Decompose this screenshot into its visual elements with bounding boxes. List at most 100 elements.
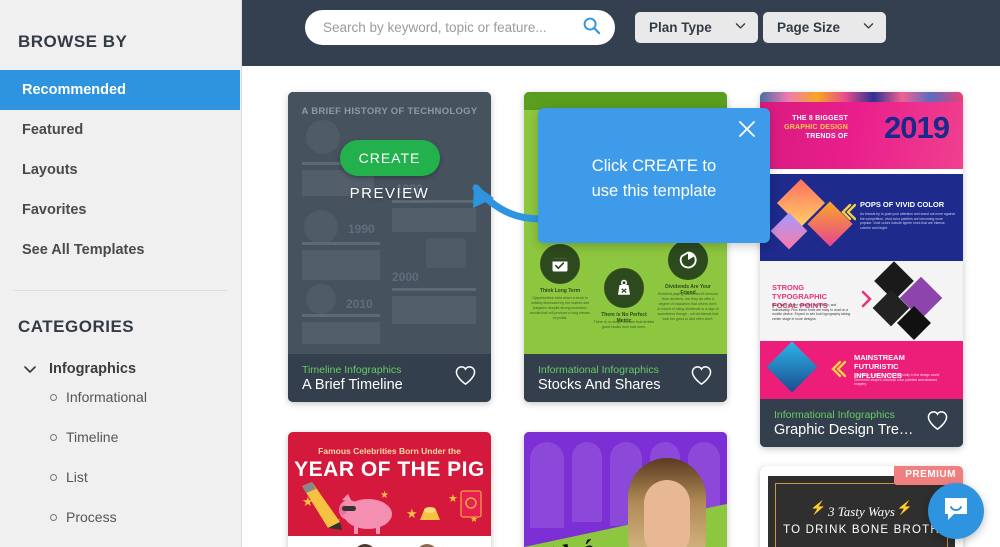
template-card[interactable]: A BRIEF HISTORY OF TECHNOLOGY 1990 2010 …: [288, 92, 491, 402]
thumb-decor-circle: [306, 284, 336, 314]
chevron-down-icon: [22, 361, 38, 377]
sidebar-item-see-all-templates[interactable]: See All Templates: [0, 230, 241, 270]
thumb-line1: 3 Tasty Ways: [828, 504, 895, 519]
chevron-down-icon: [734, 19, 747, 37]
tooltip-line1: Click CREATE to: [591, 157, 717, 175]
bullet-icon: [50, 393, 57, 401]
thumb-section-body: Bold fonts project strength, innovation,…: [772, 303, 851, 321]
thumb-hero: THE 8 BIGGEST GRAPHIC DESIGN TRENDS OF 2…: [760, 102, 963, 169]
thumb-section: MAINSTREAM FUTURISTIC INFLUENCES The fut…: [760, 341, 963, 399]
card-title: Stocks And Shares: [538, 376, 661, 393]
sidebar-item-label: See All Templates: [22, 242, 145, 258]
thumb-hero: ⚡ ⚡ 3 Tasty Ways TO DRINK BONE BROTH: [768, 476, 955, 547]
thumb-item-body: Opportunities exist when a stock is unfa…: [529, 296, 591, 320]
sidebar-subitem-list[interactable]: List: [0, 457, 241, 497]
template-card[interactable]: Khloé KARDASHIAN: [524, 432, 727, 547]
thumb-hero: Famous Celebrities Born Under the YEAR O…: [288, 432, 491, 536]
search-icon[interactable]: [582, 16, 601, 40]
sidebar-subitem-label: List: [66, 469, 88, 485]
card-category: Informational Infographics: [538, 363, 659, 376]
thumb-headline: YEAR OF THE PIG: [294, 458, 485, 481]
thumb-section: POPS OF VIVID COLOR As brands try to gra…: [760, 174, 963, 261]
close-icon[interactable]: [737, 119, 757, 139]
chat-launcher-button[interactable]: [928, 483, 984, 539]
card-footer-text: Informational Infographics Stocks And Sh…: [538, 363, 684, 394]
thumb-headline: A BRIEF HISTORY OF TECHNOLOGY: [301, 106, 478, 117]
thumb-decor-circle: [304, 210, 338, 244]
page-size-filter-button[interactable]: Page Size: [763, 12, 886, 43]
thumb-color-strip: [760, 92, 963, 102]
sidebar-item-label: Featured: [22, 122, 84, 138]
thumb-section-body: As brands try to grab your attention and…: [860, 212, 955, 230]
weight-icon: [604, 268, 644, 308]
bullet-icon: [50, 513, 57, 521]
sidebar-item-featured[interactable]: Featured: [0, 110, 241, 150]
card-title: Graphic Design Trend...: [774, 421, 920, 438]
sidebar-subitem-informational[interactable]: Informational: [0, 377, 241, 417]
card-category: Informational Infographics: [774, 408, 895, 421]
card-footer-text: Informational Infographics Graphic Desig…: [774, 408, 920, 439]
card-footer: Timeline Infographics A Brief Timeline: [288, 354, 491, 402]
sidebar: BROWSE BY Recommended Featured Layouts F…: [0, 0, 242, 547]
bullet-icon: [50, 473, 57, 481]
categories-heading: CATEGORIES: [18, 317, 135, 336]
thumb-decor-bar: [302, 242, 380, 245]
heart-outline-icon[interactable]: [690, 365, 713, 391]
sidebar-item-label: Favorites: [22, 202, 87, 218]
thumb-icon-row: Think Long Term Opportunities exist when…: [524, 240, 727, 339]
thumb-decor-text: [392, 296, 476, 324]
thumb-subtitle: Famous Celebrities Born Under the: [318, 446, 461, 456]
page-size-filter-label: Page Size: [777, 20, 841, 35]
create-tooltip: Click CREATE to use this template: [538, 108, 770, 243]
thumb-year: 2010: [346, 297, 373, 311]
plan-type-filter-label: Plan Type: [649, 20, 712, 35]
template-thumbnail[interactable]: THE 8 BIGGEST GRAPHIC DESIGN TRENDS OF 2…: [760, 92, 963, 399]
create-button[interactable]: CREATE: [339, 140, 440, 176]
template-thumbnail[interactable]: Famous Celebrities Born Under the YEAR O…: [288, 432, 491, 547]
thumb-item-heading: Think Long Term: [539, 288, 581, 294]
template-thumbnail[interactable]: Khloé KARDASHIAN: [524, 432, 727, 547]
sidebar-item-label: Layouts: [22, 162, 78, 178]
template-card[interactable]: Famous Celebrities Born Under the YEAR O…: [288, 432, 491, 547]
card-title: A Brief Timeline: [302, 376, 403, 393]
sidebar-item-label: Recommended: [22, 82, 126, 98]
template-card[interactable]: THE 8 BIGGEST GRAPHIC DESIGN TRENDS OF 2…: [760, 92, 963, 447]
chat-bubble-icon: [941, 494, 971, 529]
card-footer-text: Timeline Infographics A Brief Timeline: [302, 363, 448, 394]
thumb-decor-text: [302, 250, 380, 280]
template-browser-page: BROWSE BY Recommended Featured Layouts F…: [0, 0, 1000, 547]
thumb-portrait: [628, 458, 706, 547]
sidebar-item-recommended[interactable]: Recommended: [0, 70, 240, 110]
heart-outline-icon[interactable]: [454, 365, 477, 391]
sidebar-subitem-timeline[interactable]: Timeline: [0, 417, 241, 457]
search-input[interactable]: [323, 20, 582, 35]
search-box[interactable]: [305, 10, 615, 45]
preview-button[interactable]: PREVIEW: [350, 185, 430, 202]
top-header-bar: Plan Type Page Size: [242, 0, 1000, 66]
browse-by-heading: BROWSE BY: [18, 32, 128, 51]
thumb-headline-line3: TRENDS OF: [805, 133, 848, 140]
category-group-infographics[interactable]: Infographics: [0, 337, 241, 377]
plan-type-filter-button[interactable]: Plan Type: [635, 12, 758, 43]
sidebar-item-layouts[interactable]: Layouts: [0, 150, 241, 190]
bullet-icon: [50, 433, 57, 441]
thumb-headline-line2: GRAPHIC DESIGN: [784, 124, 848, 131]
sidebar-subitem-label: Informational: [66, 389, 147, 405]
sidebar-subitem-label: Process: [66, 509, 117, 525]
heart-outline-icon[interactable]: [926, 410, 949, 436]
tooltip-text: Click CREATE to use this template: [538, 154, 770, 204]
pie-chart-icon: [668, 240, 708, 280]
thumb-section: STRONG TYPOGRAPHIC FOCAL POINTS Bold fon…: [760, 261, 963, 341]
sidebar-item-favorites[interactable]: Favorites: [0, 190, 241, 230]
card-footer: Informational Infographics Stocks And Sh…: [524, 354, 727, 402]
calendar-check-icon: [540, 244, 580, 284]
thumb-decor-text: [302, 322, 380, 344]
thumb-decor-circle: [306, 120, 340, 154]
thumb-line2: TO DRINK BONE BROTH: [783, 524, 940, 536]
sidebar-subitem-process[interactable]: Process: [0, 497, 241, 537]
thumb-year: 2019: [884, 110, 950, 145]
thumb-section-heading: POPS OF VIVID COLOR: [860, 200, 945, 209]
thumb-item-body: There is no single number that divides g…: [593, 320, 655, 329]
thumb-name-line1: Khloé: [527, 534, 596, 547]
thumb-decor-bar: [392, 288, 476, 291]
